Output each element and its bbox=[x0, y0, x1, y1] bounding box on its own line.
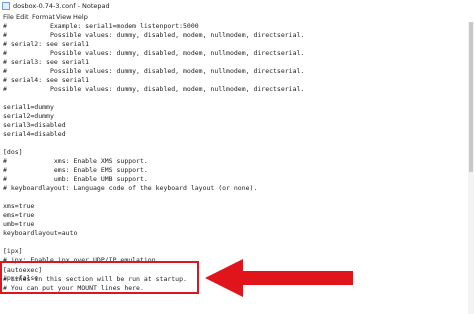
text-line: serial2=dummy bbox=[3, 112, 54, 120]
menu-edit[interactable]: Edit bbox=[16, 12, 29, 22]
text-line: ems=true bbox=[3, 211, 35, 219]
text-line: # umb: Enable UMB support. bbox=[3, 175, 148, 183]
menu-help[interactable]: Help bbox=[73, 12, 88, 22]
text-line: serial3=disabled bbox=[3, 121, 66, 129]
red-arrow-icon bbox=[205, 259, 353, 297]
text-line: [ipx] bbox=[3, 247, 23, 255]
text-line: umb=true bbox=[3, 220, 35, 228]
text-line: # Possible values: dummy, disabled, mode… bbox=[3, 85, 305, 93]
text-line: # keyboardlayout: Language code of the k… bbox=[3, 184, 258, 192]
text-line: # serial2: see serial1 bbox=[3, 40, 90, 48]
menu-view[interactable]: View bbox=[56, 12, 71, 22]
text-line: # Possible values: dummy, disabled, mode… bbox=[3, 31, 305, 39]
text-line: serial1=dummy bbox=[3, 103, 54, 111]
text-line: # Possible values: dummy, disabled, mode… bbox=[3, 49, 305, 57]
autoexec-highlight-box bbox=[0, 261, 199, 294]
text-line: serial4=disabled bbox=[3, 130, 66, 138]
arrow-shape bbox=[205, 259, 353, 297]
window-title: dosbox-0.74-3.conf - Notepad bbox=[13, 2, 110, 10]
text-line: # ems: Enable EMS support. bbox=[3, 166, 148, 174]
scrollbar-thumb[interactable] bbox=[469, 22, 473, 172]
notepad-window: dosbox-0.74-3.conf - Notepad File Edit F… bbox=[0, 0, 474, 314]
text-line: # Example: serial1=modem listenport:5000 bbox=[3, 22, 199, 30]
menu-file[interactable]: File bbox=[3, 12, 14, 22]
vertical-scrollbar[interactable] bbox=[468, 22, 474, 314]
text-line: xms=true bbox=[3, 202, 35, 210]
text-line: keyboardlayout=auto bbox=[3, 229, 78, 237]
notepad-icon bbox=[2, 2, 10, 10]
menu-bar: File Edit Format View Help bbox=[0, 12, 474, 22]
text-line: [dos] bbox=[3, 148, 23, 156]
text-line: # serial4: see serial1 bbox=[3, 76, 90, 84]
text-line: # Possible values: dummy, disabled, mode… bbox=[3, 67, 305, 75]
text-line: # serial3: see serial1 bbox=[3, 58, 90, 66]
title-bar: dosbox-0.74-3.conf - Notepad bbox=[0, 0, 474, 12]
menu-format[interactable]: Format bbox=[32, 12, 55, 22]
text-line: # xms: Enable XMS support. bbox=[3, 157, 148, 165]
